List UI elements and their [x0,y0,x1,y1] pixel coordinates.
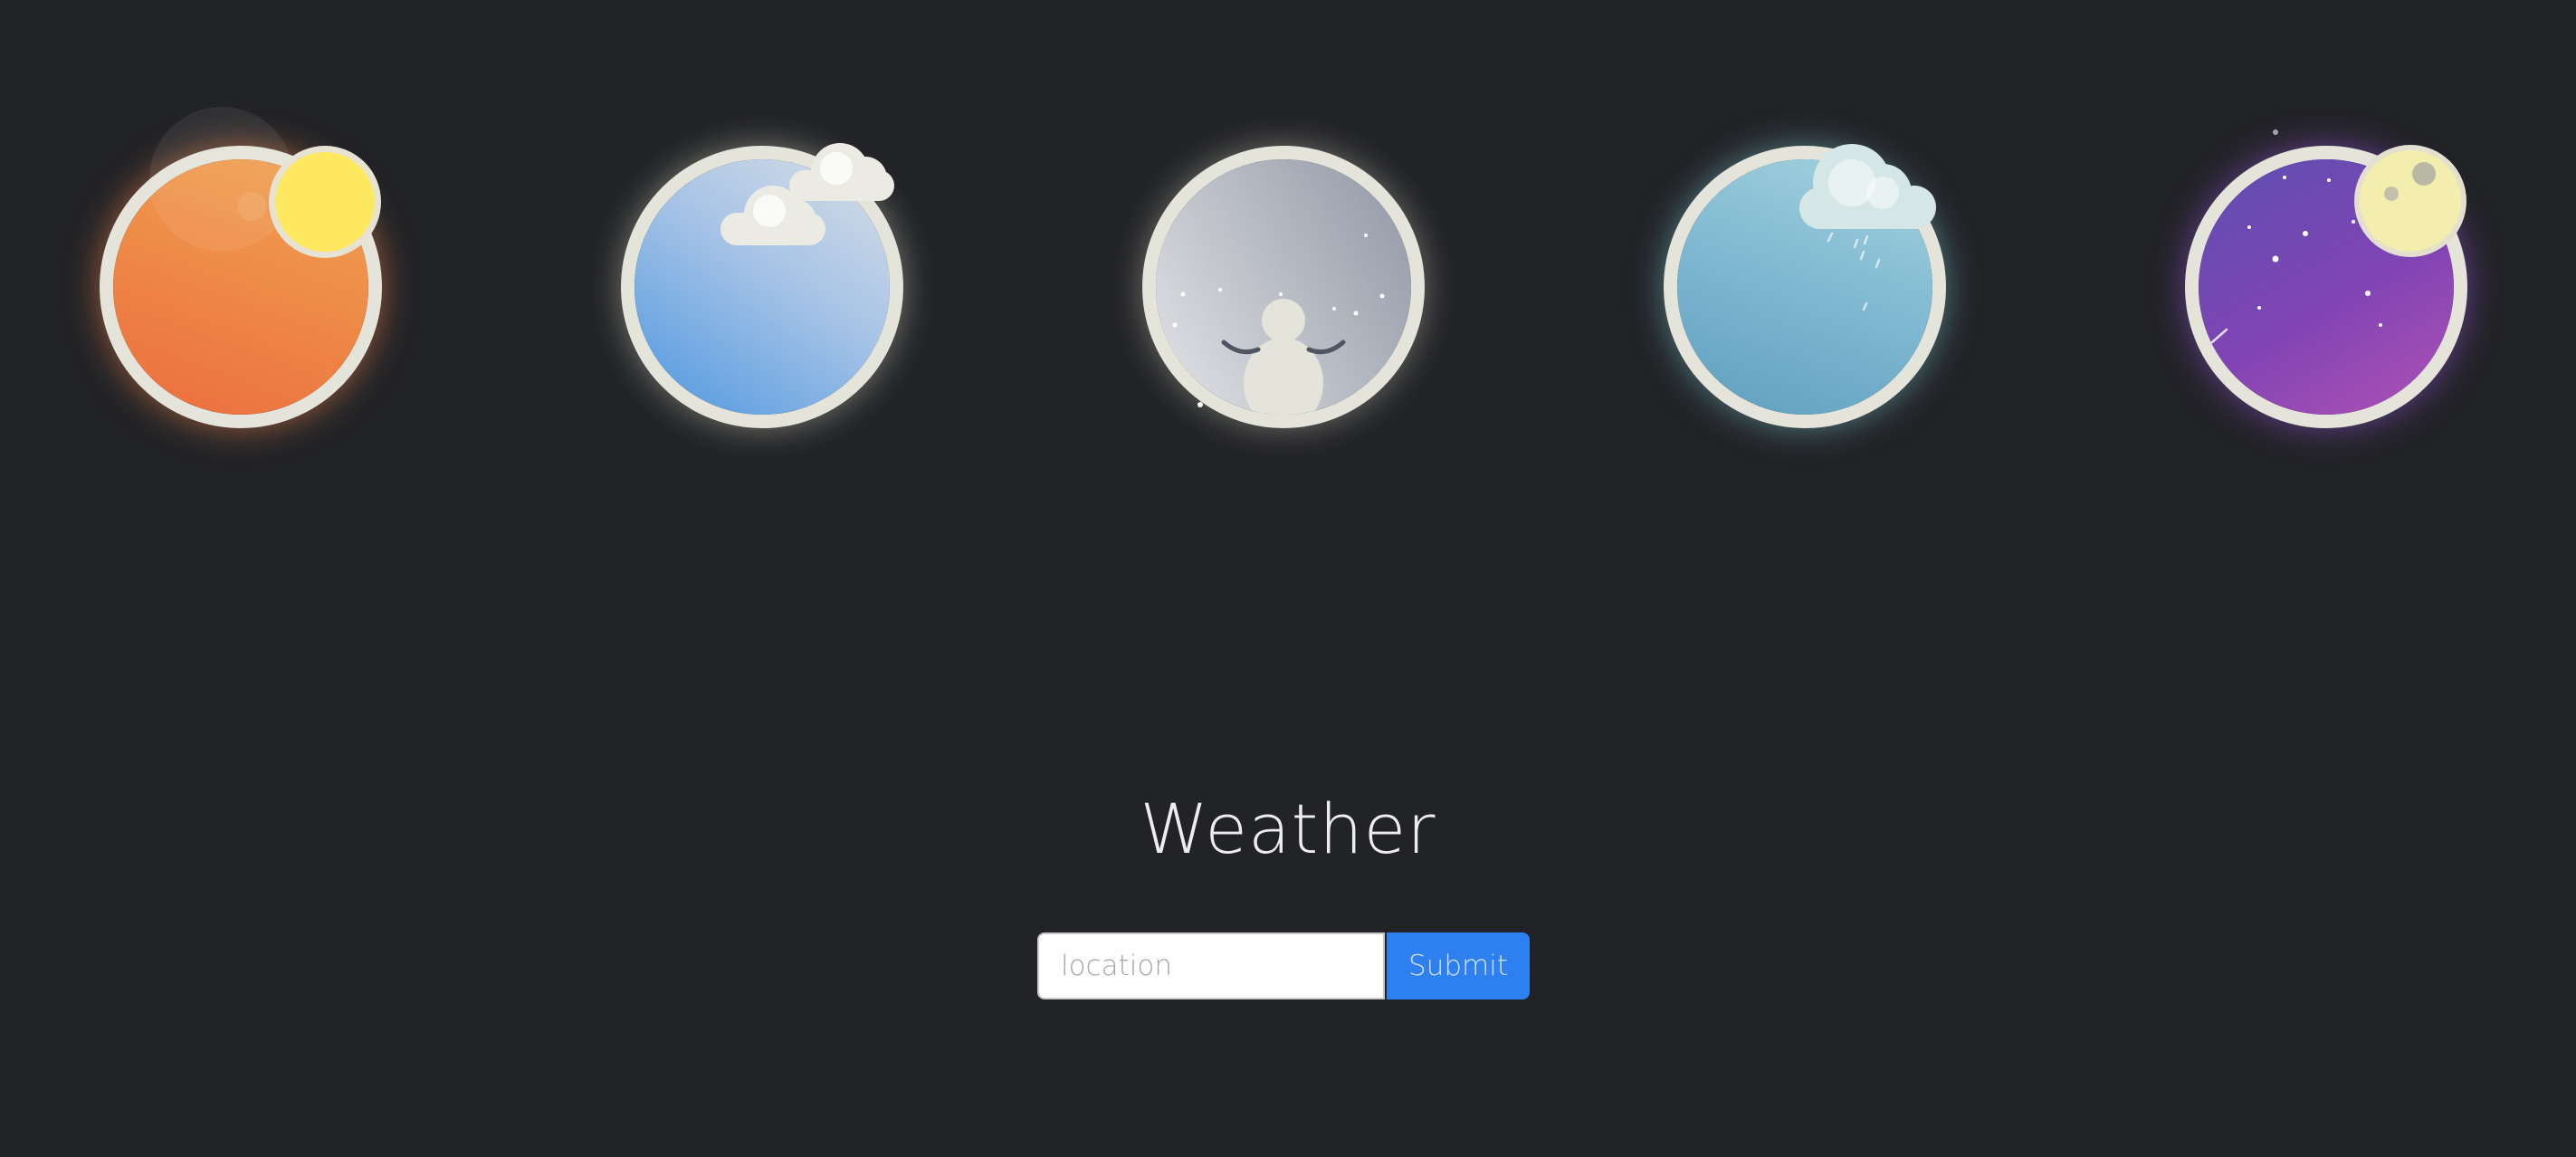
submit-button[interactable]: Submit [1387,932,1530,999]
weather-app: Weather Submit [0,0,2576,1157]
location-search-form: Submit [1037,932,1530,999]
cloud-icon [720,143,894,245]
moon-icon [2210,129,2466,344]
rain-cloud-icon [1799,144,1936,311]
location-input[interactable] [1037,932,1385,999]
snowman-icon [1172,234,1385,415]
sun-icon [149,107,381,258]
page-title: Weather [1140,788,1436,869]
